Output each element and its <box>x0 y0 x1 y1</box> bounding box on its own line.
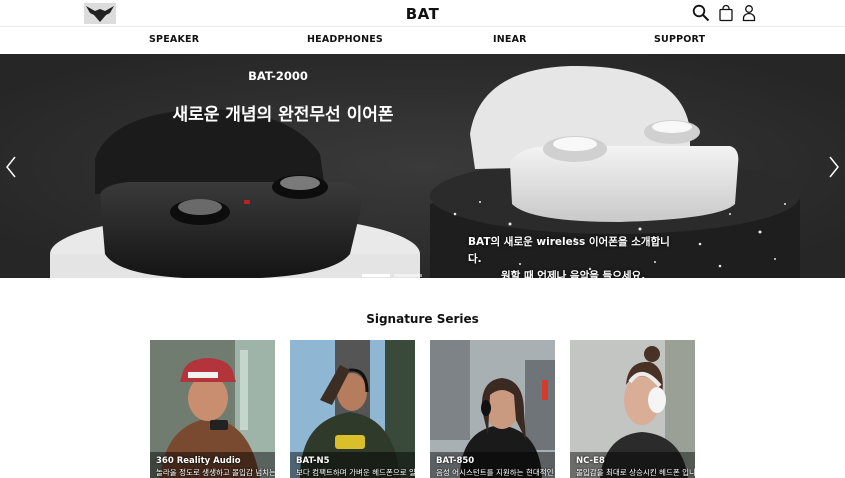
hero-title: 새로운 개념의 완전무선 이어폰 <box>172 105 394 125</box>
hero-banner[interactable]: BAT-2000 새로운 개념의 완전무선 이어폰 BAT의 새로운 wirel… <box>0 54 845 278</box>
card-desc: 보다 컴팩트하며 가벼운 헤드폰으로 일 <box>296 468 415 477</box>
hero-dot-1[interactable] <box>362 274 390 277</box>
hero-description: BAT의 새로운 wireless 이어폰을 소개합니다. 원할 때 언제나 음… <box>468 234 680 278</box>
product-card-nc-e8[interactable]: NC-E8 몰입감을 최대로 상승시킨 헤드폰 입니 <box>570 340 695 478</box>
hero-dot-2[interactable] <box>394 274 422 277</box>
nav-item-headphones[interactable]: HEADPHONES <box>307 34 383 45</box>
signature-series-title: Signature Series <box>366 312 479 326</box>
hero-desc-line2: 원할 때 언제나 음악을 들으세요. <box>501 270 646 278</box>
card-name: BAT-850 <box>436 456 475 466</box>
product-card-bat-850[interactable]: BAT-850 음성 어시스턴트를 지원하는 현대적인 <box>430 340 555 478</box>
main-nav: SPEAKER HEADPHONES INEAR SUPPORT <box>0 27 845 54</box>
card-name: 360 Reality Audio <box>156 456 241 466</box>
nav-item-speaker[interactable]: SPEAKER <box>149 34 199 45</box>
card-name: BAT-N5 <box>296 456 330 466</box>
user-icon[interactable] <box>740 4 758 22</box>
search-icon[interactable] <box>692 4 710 22</box>
hero-image <box>0 54 845 278</box>
product-card-bat-n5[interactable]: BAT-N5 보다 컴팩트하며 가벼운 헤드폰으로 일 <box>290 340 415 478</box>
card-name: NC-E8 <box>576 456 605 466</box>
product-card-360-reality-audio[interactable]: 360 Reality Audio 놀라울 정도로 생생하고 몰입감 넘치는 <box>150 340 275 478</box>
site-header: BAT <box>0 0 845 27</box>
hero-prev-arrow-icon[interactable] <box>4 154 18 180</box>
hero-subtitle: BAT-2000 <box>248 69 308 83</box>
nav-item-support[interactable]: SUPPORT <box>654 34 705 45</box>
nav-item-inear[interactable]: INEAR <box>493 34 527 45</box>
hero-desc-line1: BAT의 새로운 wireless 이어폰을 소개합니다. <box>468 236 670 265</box>
card-desc: 놀라울 정도로 생생하고 몰입감 넘치는 <box>156 468 275 477</box>
shopping-bag-icon[interactable] <box>717 4 735 22</box>
hero-next-arrow-icon[interactable] <box>827 154 841 180</box>
card-desc: 음성 어시스턴트를 지원하는 현대적인 <box>436 468 554 477</box>
card-desc: 몰입감을 최대로 상승시킨 헤드폰 입니 <box>576 468 695 477</box>
